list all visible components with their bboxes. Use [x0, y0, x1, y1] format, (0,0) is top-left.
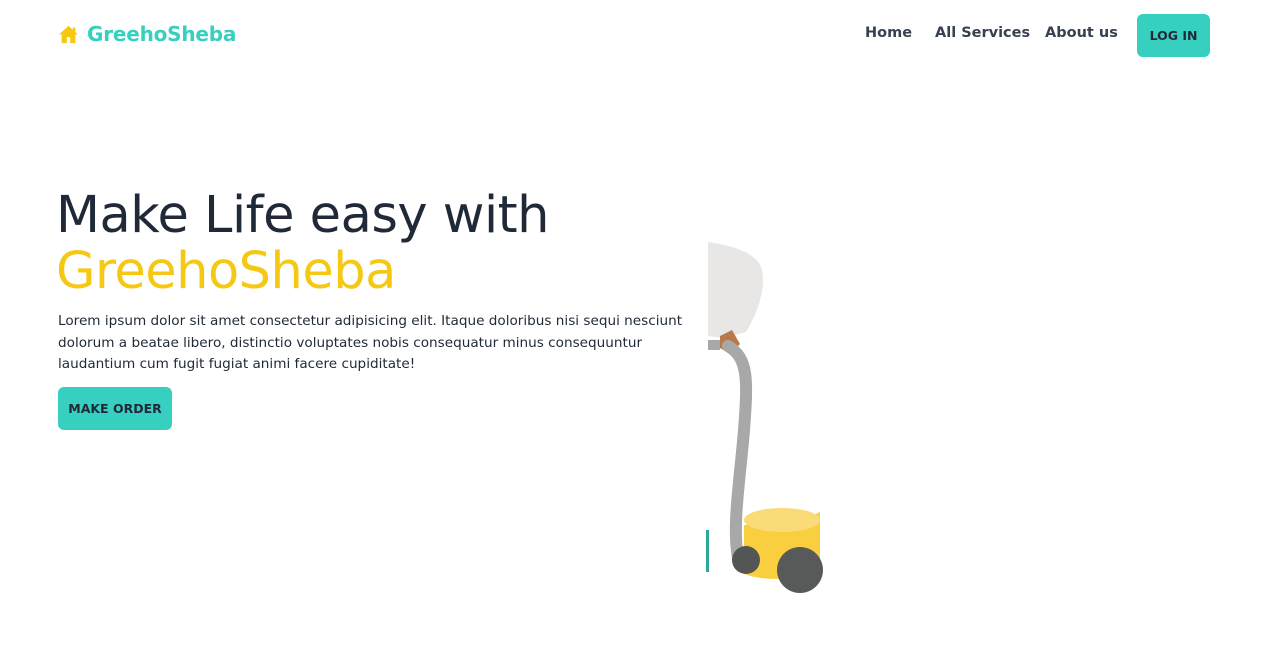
navbar: GreehoSheba Home All Services About us L… — [0, 0, 1275, 70]
nav-link-all-services[interactable]: All Services — [935, 25, 1030, 41]
login-button[interactable]: LOG IN — [1137, 14, 1210, 57]
nav-link-home[interactable]: Home — [865, 25, 912, 41]
hero-description: Lorem ipsum dolor sit amet consectetur a… — [58, 313, 683, 372]
make-order-button[interactable]: MAKE ORDER — [58, 387, 172, 430]
main-nav: Home All Services About us — [0, 25, 1275, 45]
hero-title: Make Life easy with GreehoSheba — [56, 188, 549, 300]
vacuum-cleaner-illustration — [706, 240, 830, 594]
vacuum-cleaner-icon — [706, 242, 823, 593]
nav-link-about-us[interactable]: About us — [1045, 25, 1118, 41]
hero-title-brand: GreehoSheba — [56, 242, 396, 301]
hero-title-line1: Make Life easy with — [56, 186, 549, 245]
